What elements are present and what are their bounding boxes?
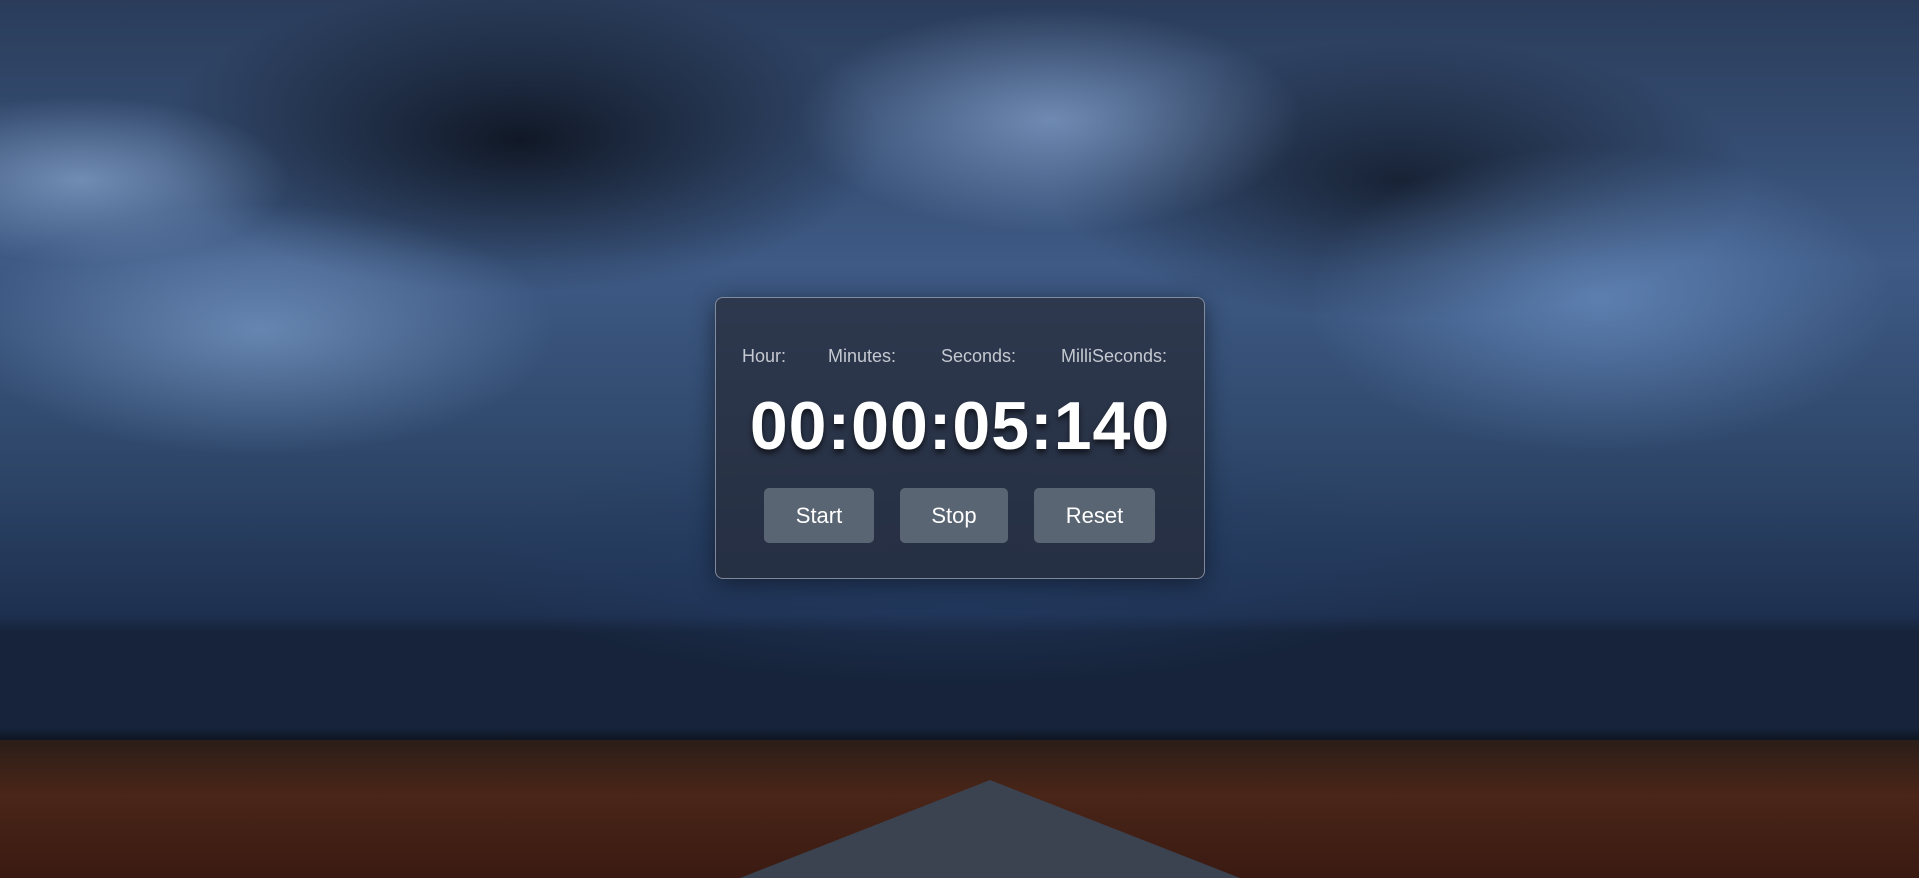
minutes-label: Minutes:	[828, 346, 897, 366]
milliseconds-label: MilliSeconds:	[1061, 346, 1168, 366]
stopwatch-panel: Hour: Minutes: Seconds: MilliSeconds: 00…	[715, 297, 1205, 579]
start-button[interactable]: Start	[764, 488, 874, 543]
stormy-sky-background: Hour: Minutes: Seconds: MilliSeconds: 00…	[0, 0, 1919, 878]
road	[740, 780, 1240, 878]
seconds-label: Seconds:	[941, 346, 1017, 366]
hour-label: Hour:	[742, 346, 787, 366]
time-unit-labels: Hour: Minutes: Seconds: MilliSeconds:	[716, 346, 1204, 368]
reset-button[interactable]: Reset	[1034, 488, 1155, 543]
stop-button[interactable]: Stop	[900, 488, 1008, 543]
time-display: 00:00:05:140	[749, 388, 1171, 464]
